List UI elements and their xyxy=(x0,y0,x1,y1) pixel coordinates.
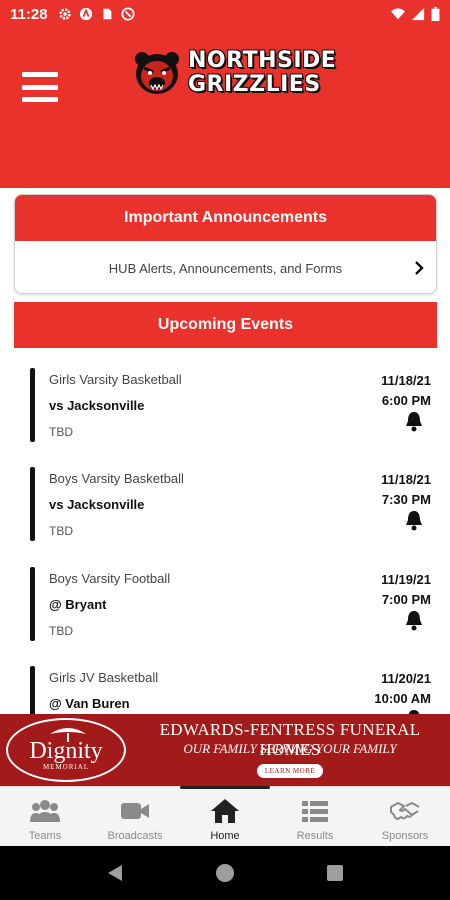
video-camera-icon xyxy=(121,803,149,819)
gear-icon xyxy=(58,8,71,20)
ad-learn-more-button[interactable]: LEARN MORE xyxy=(257,764,323,778)
event-item[interactable]: Girls Varsity Basketball vs Jacksonville… xyxy=(30,358,435,444)
tab-label: Home xyxy=(210,830,240,842)
event-location: TBD xyxy=(49,624,73,638)
teams-icon xyxy=(30,800,60,822)
status-icons-left xyxy=(58,7,135,21)
tab-label: Broadcasts xyxy=(107,830,163,842)
grizzly-bear-icon xyxy=(135,52,179,94)
battery-icon xyxy=(431,7,440,21)
handshake-icon xyxy=(390,801,420,821)
results-list-icon xyxy=(302,801,328,822)
tab-home[interactable]: Home xyxy=(180,787,270,846)
team-name: NORTHSIDE GRIZZLIES xyxy=(188,50,336,96)
tab-label: Sponsors xyxy=(381,830,429,842)
event-item[interactable]: Girls JV Basketball @ Van Buren 11/20/21… xyxy=(30,656,435,714)
team-name-line2: GRIZZLIES xyxy=(188,72,321,97)
event-time: 10:00 AM xyxy=(374,691,431,706)
event-item[interactable]: Boys Varsity Basketball vs Jacksonville … xyxy=(30,457,435,543)
event-sport: Boys Varsity Basketball xyxy=(49,471,184,486)
home-icon xyxy=(211,799,239,823)
hamburger-line xyxy=(22,72,58,77)
bell-icon[interactable] xyxy=(404,509,424,531)
event-date: 11/20/21 xyxy=(381,671,431,686)
event-item[interactable]: Boys Varsity Football @ Bryant TBD 11/19… xyxy=(30,557,435,643)
bottom-tab-bar: Teams Broadcasts Home Results Sponsors xyxy=(0,786,450,846)
tab-results[interactable]: Results xyxy=(270,787,360,846)
event-time: 7:00 PM xyxy=(381,592,431,607)
tab-label: Results xyxy=(296,830,334,842)
home-circle-icon xyxy=(216,864,234,882)
event-opponent: vs Jacksonville xyxy=(49,398,145,413)
ad-logo-subtext: MEMORIAL xyxy=(42,763,90,771)
event-sport: Girls JV Basketball xyxy=(49,670,159,685)
hamburger-line xyxy=(22,84,58,90)
recents-button[interactable] xyxy=(315,853,355,893)
app-header: NORTHSIDE GRIZZLIES xyxy=(0,28,450,188)
event-time: 7:30 PM xyxy=(381,492,431,507)
event-opponent: @ Bryant xyxy=(49,597,107,612)
team-name-line1: NORTHSIDE xyxy=(188,48,337,73)
vpn-icon xyxy=(120,7,135,21)
event-sport: Boys Varsity Football xyxy=(49,571,171,586)
event-accent-bar xyxy=(30,368,35,442)
tab-sponsors[interactable]: Sponsors xyxy=(360,787,450,846)
recents-icon xyxy=(327,865,343,881)
status-icons-right xyxy=(391,7,440,21)
announcements-card: Important Announcements HUB Alerts, Anno… xyxy=(14,194,437,294)
ad-logo-text: Dignity xyxy=(29,738,103,764)
signal-icon xyxy=(411,7,425,21)
announcements-link[interactable]: HUB Alerts, Announcements, and Forms xyxy=(15,241,436,293)
event-opponent: @ Van Buren xyxy=(49,696,130,711)
back-icon xyxy=(108,865,122,881)
event-accent-bar xyxy=(30,666,35,714)
wifi-icon xyxy=(391,8,405,20)
chevron-right-icon xyxy=(415,261,424,275)
sim-icon xyxy=(103,8,111,20)
event-sport: Girls Varsity Basketball xyxy=(49,372,182,387)
ad-tagline: OUR FAMILY SERVING YOUR FAMILY xyxy=(183,741,397,756)
status-bar: 11:28 xyxy=(0,0,450,28)
tab-teams[interactable]: Teams xyxy=(0,787,90,846)
event-location: TBD xyxy=(49,524,73,538)
app-icon xyxy=(79,7,92,21)
event-date: 11/18/21 xyxy=(381,373,431,388)
system-navigation-bar xyxy=(0,846,450,900)
events-list[interactable]: Girls Varsity Basketball vs Jacksonville… xyxy=(0,352,450,714)
home-button[interactable] xyxy=(205,853,245,893)
menu-button[interactable] xyxy=(22,72,58,102)
tab-broadcasts[interactable]: Broadcasts xyxy=(90,787,180,846)
announcements-link-label: HUB Alerts, Announcements, and Forms xyxy=(108,260,343,276)
tab-label: Teams xyxy=(28,830,62,842)
status-time: 11:28 xyxy=(10,5,48,23)
back-button[interactable] xyxy=(95,853,135,893)
event-opponent: vs Jacksonville xyxy=(49,497,145,512)
event-time: 6:00 PM xyxy=(381,393,431,408)
event-date: 11/18/21 xyxy=(381,472,431,487)
dignity-memorial-logo: Dignity MEMORIAL xyxy=(6,718,126,782)
event-accent-bar xyxy=(30,467,35,541)
event-date: 11/19/21 xyxy=(381,572,431,587)
bell-icon[interactable] xyxy=(404,410,424,432)
event-location: TBD xyxy=(49,425,73,439)
active-tab-indicator xyxy=(180,786,270,789)
bell-icon[interactable] xyxy=(404,609,424,631)
team-logo: NORTHSIDE GRIZZLIES xyxy=(132,50,336,96)
upcoming-events-title: Upcoming Events xyxy=(14,302,437,348)
event-accent-bar xyxy=(30,567,35,641)
hamburger-line xyxy=(22,97,58,102)
tree-icon xyxy=(50,728,86,742)
sponsor-ad-banner[interactable]: Dignity MEMORIAL EDWARDS-FENTRESS FUNERA… xyxy=(0,714,450,786)
announcements-title: Important Announcements xyxy=(15,195,436,241)
